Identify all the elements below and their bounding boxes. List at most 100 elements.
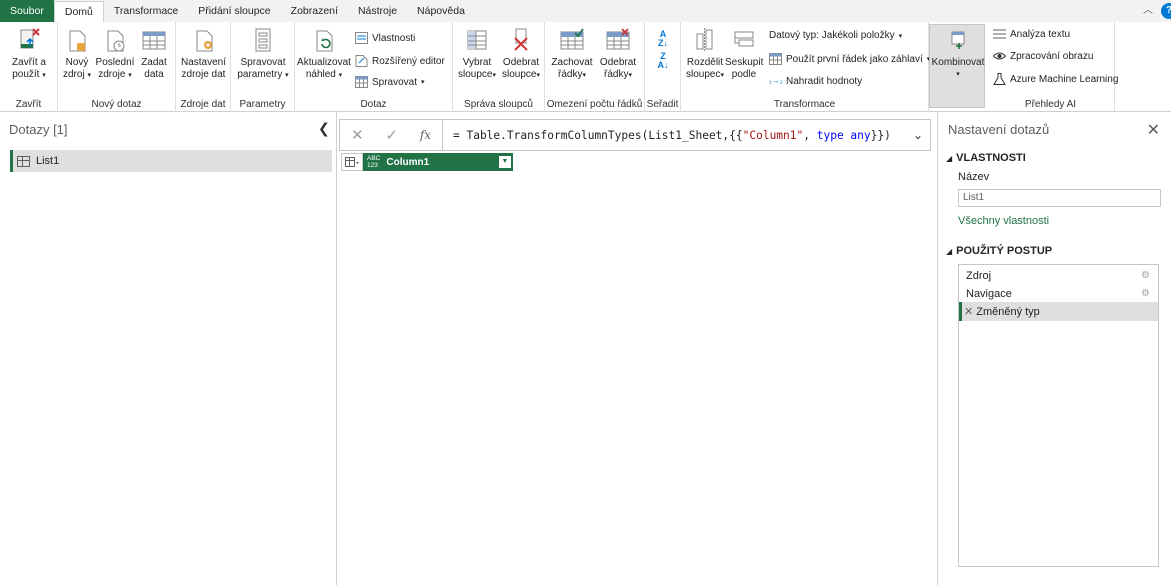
formula-bar: ✕ ✓ fx = Table.TransformColumnTypes(List… <box>339 119 931 151</box>
group-label-manage-columns: Správa sloupců <box>464 99 533 110</box>
delete-step-icon[interactable]: ✕ <box>964 305 973 318</box>
collapse-ribbon-icon[interactable]: ︿ <box>1139 2 1157 20</box>
recent-sources-button[interactable]: Poslední zdroje ▾ <box>95 26 135 82</box>
group-label-new-query: Nový dotaz <box>91 99 142 110</box>
step-source[interactable]: Zdroj ⚙ <box>959 266 1158 285</box>
first-row-headers-button[interactable]: Použít první řádek jako záhlaví▾ <box>769 53 930 65</box>
choose-columns-label-1: Vybrat <box>462 57 492 68</box>
sort-ascending-icon: A Z↓ <box>658 29 668 48</box>
tab-home[interactable]: Domů <box>53 1 104 22</box>
sort-ascending-button[interactable]: A Z↓ <box>653 30 673 48</box>
tab-help[interactable]: Nápověda <box>407 0 475 22</box>
fx-icon[interactable]: fx <box>420 128 431 142</box>
keep-rows-button[interactable]: Zachovat řádky▾ <box>549 26 595 82</box>
group-transform: Rozdělit sloupec▾ Seskupit podle Datový … <box>681 22 930 112</box>
query-item-label: List1 <box>36 155 60 167</box>
group-by-label-1: Seskupit <box>725 57 764 68</box>
column-filter-dropdown-icon[interactable]: ▼ <box>499 156 511 168</box>
manage-parameters-button[interactable]: Spravovat parametry ▾ <box>233 26 293 82</box>
properties-icon <box>355 32 368 44</box>
tab-transform[interactable]: Transformace <box>104 0 188 22</box>
text-analytics-button[interactable]: Analýza textu <box>993 28 1070 40</box>
group-label-ai: Přehledy AI <box>1024 99 1077 110</box>
new-source-button[interactable]: Nový zdroj ▾ <box>60 26 94 82</box>
group-ai-insights: Analýza textu Zpracování obrazu Azure Ma… <box>987 22 1118 112</box>
applied-steps-list: Zdroj ⚙ Navigace ⚙ ✕ Změněný typ <box>958 264 1159 567</box>
azure-ml-button[interactable]: Azure Machine Learning <box>993 73 1118 85</box>
tab-tools[interactable]: Nástroje <box>348 0 407 22</box>
first-row-headers-icon <box>769 53 782 65</box>
replace-values-label: Nahradit hodnoty <box>786 75 863 87</box>
step-navigation[interactable]: Navigace ⚙ <box>959 284 1158 303</box>
help-icon[interactable]: ? <box>1161 3 1171 19</box>
properties-label: Vlastnosti <box>372 32 416 44</box>
data-type-label: Datový typ: Jakékoli položky <box>769 30 895 41</box>
text-analytics-label: Analýza textu <box>1010 28 1071 40</box>
collapse-queries-icon[interactable]: ❮ <box>318 120 330 137</box>
properties-section-header[interactable]: ◢ VLASTNOSTI <box>946 152 1026 164</box>
group-by-button[interactable]: Seskupit podle <box>725 26 763 81</box>
group-by-label-2: podle <box>731 69 757 80</box>
manage-parameters-icon <box>250 26 276 54</box>
cancel-formula-icon[interactable]: ✕ <box>351 126 364 144</box>
close-icon[interactable]: ✕ <box>1147 120 1160 140</box>
remove-columns-button[interactable]: Odebrat sloupce▾ <box>499 26 543 82</box>
split-column-label-1: Rozdělit <box>686 57 724 68</box>
remove-columns-label-1: Odebrat <box>502 57 540 68</box>
table-icon <box>17 155 30 167</box>
query-item-list1[interactable]: List1 <box>10 150 332 172</box>
enter-data-button[interactable]: Zadat data <box>136 26 172 81</box>
advanced-editor-button[interactable]: Rozšířený editor <box>355 55 445 67</box>
query-settings-title: Nastavení dotazů <box>948 122 1050 137</box>
first-row-headers-label: Použít první řádek jako záhlaví <box>786 53 923 65</box>
tab-add-column[interactable]: Přidání sloupce <box>188 0 280 22</box>
gear-icon[interactable]: ⚙ <box>1141 270 1150 281</box>
all-properties-link[interactable]: Všechny vlastnosti <box>958 215 1049 227</box>
enter-data-icon <box>141 26 167 54</box>
enter-data-label-1: Zadat <box>141 57 167 68</box>
data-source-settings-button[interactable]: Nastavení zdroje dat <box>178 26 229 81</box>
vision-button[interactable]: Zpracování obrazu <box>992 50 1094 62</box>
query-name-input[interactable]: List1 <box>958 189 1161 207</box>
tab-file[interactable]: Soubor <box>0 0 54 22</box>
group-reduce-rows: Zachovat řádky▾ Odebrat řádky▾ Omezení p… <box>545 22 645 112</box>
applied-steps-section-header[interactable]: ◢ POUŽITÝ POSTUP <box>946 245 1052 257</box>
formula-input[interactable]: = Table.TransformColumnTypes(List1_Sheet… <box>443 129 906 142</box>
table-menu-icon[interactable] <box>341 153 363 171</box>
eye-icon <box>992 50 1007 62</box>
properties-button[interactable]: Vlastnosti <box>355 32 415 44</box>
sort-descending-button[interactable]: Z A↓ <box>653 52 673 70</box>
replace-values-button[interactable]: ₁→₂ Nahradit hodnoty <box>769 75 862 87</box>
manage-query-button[interactable]: Spravovat ▾ <box>355 76 425 88</box>
group-by-icon <box>731 26 757 54</box>
choose-columns-button[interactable]: Vybrat sloupce▾ <box>455 26 499 82</box>
close-apply-button[interactable]: Zavřít a použít ▾ <box>4 26 54 82</box>
recent-sources-icon <box>102 26 128 54</box>
data-source-settings-icon <box>191 26 217 54</box>
group-manage-columns: Vybrat sloupce▾ Odebrat sloupce▾ Správa … <box>453 22 545 112</box>
step-changed-type[interactable]: ✕ Změněný typ <box>959 302 1158 321</box>
flask-icon <box>993 73 1006 85</box>
tab-view[interactable]: Zobrazení <box>281 0 348 22</box>
gear-icon[interactable]: ⚙ <box>1141 288 1150 299</box>
close-apply-label-2: použít ▾ <box>12 69 46 80</box>
column-header-label: Column1 <box>386 156 430 168</box>
refresh-preview-button[interactable]: Aktualizovat náhled ▾ <box>297 26 351 82</box>
advanced-editor-icon <box>355 55 368 67</box>
column-header-column1[interactable]: ABC 123 Column1 ▼ <box>363 153 513 171</box>
group-label-sort: Seřadit <box>646 99 679 110</box>
expand-formula-icon[interactable]: ⌄ <box>906 128 930 142</box>
azure-ml-label: Azure Machine Learning <box>1010 73 1119 85</box>
formula-bar-controls: ✕ ✓ fx <box>340 120 443 150</box>
group-label-query: Dotaz <box>360 99 387 110</box>
remove-rows-button[interactable]: Odebrat řádky▾ <box>595 26 641 82</box>
data-type-dropdown[interactable]: Datový typ: Jakékoli položky ▾ <box>769 30 902 41</box>
any-type-icon[interactable]: ABC 123 <box>367 155 380 169</box>
split-column-button[interactable]: Rozdělit sloupec▾ <box>685 26 725 82</box>
remove-rows-label-2: řádky▾ <box>604 69 632 80</box>
data-source-settings-label-1: Nastavení <box>180 57 227 68</box>
vision-label: Zpracování obrazu <box>1010 50 1094 62</box>
confirm-formula-icon[interactable]: ✓ <box>385 126 398 144</box>
combine-button[interactable]: Kombinovat ▾ <box>931 26 985 81</box>
data-source-settings-label-2: zdroje dat <box>181 69 226 80</box>
